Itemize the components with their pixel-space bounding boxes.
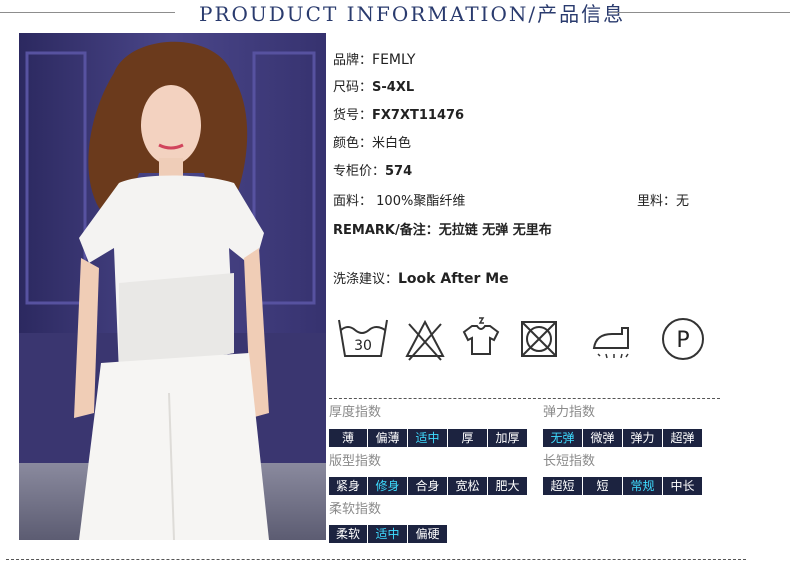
softness-index-title: 柔软指数: [329, 502, 382, 517]
price-label: 专柜价：: [333, 164, 386, 179]
wash-30-icon: 30: [338, 319, 388, 357]
header-rule-left: [0, 12, 175, 13]
thickness-index-title: 厚度指数: [329, 405, 382, 420]
brand-label: 品牌：: [333, 53, 373, 68]
lining-row: 里料：无: [637, 193, 689, 211]
size-value: S-4XL: [372, 80, 415, 95]
length-option: 短: [583, 477, 622, 495]
elasticity-option: 微弹: [583, 429, 622, 447]
thickness-option: 薄: [329, 429, 367, 447]
softness-option: 偏硬: [408, 525, 447, 543]
color-value: 米白色: [372, 136, 412, 151]
brand-value: FEMLY: [372, 52, 416, 68]
remark-label: REMARK/备注：: [333, 223, 439, 238]
fabric-label: 面料：: [333, 194, 373, 209]
thickness-index-options: 薄 偏薄 适中 厚 加厚: [329, 429, 528, 447]
price-row: 专柜价：574: [333, 163, 412, 181]
fit-option: 合身: [408, 477, 447, 495]
size-row: 尺码：S-4XL: [333, 79, 414, 97]
product-photo: [19, 33, 326, 540]
remark-row: REMARK/备注：无拉链 无弹 无里布: [333, 222, 552, 240]
wash-advice-value: Look After Me: [398, 271, 509, 287]
elasticity-option: 弹力: [623, 429, 662, 447]
sku-label: 货号：: [333, 108, 373, 123]
length-option: 超短: [543, 477, 582, 495]
thickness-option: 偏薄: [368, 429, 407, 447]
section-title: PROUDUCT INFORMATION/产品信息: [199, 2, 626, 26]
wash-temp: 30: [354, 338, 372, 354]
bottom-divider: [6, 559, 746, 560]
length-option: 中长: [663, 477, 702, 495]
brand-row: 品牌：FEMLY: [333, 51, 416, 70]
softness-option-selected: 适中: [368, 525, 407, 543]
sku-row: 货号：FX7XT11476: [333, 107, 464, 125]
fit-option: 宽松: [448, 477, 487, 495]
lining-value: 无: [676, 194, 690, 209]
elasticity-index-title: 弹力指数: [543, 405, 596, 420]
lining-label: 里料：: [637, 194, 677, 209]
thickness-option: 厚: [448, 429, 487, 447]
price-value: 574: [385, 164, 413, 179]
steam-iron-icon: [592, 327, 629, 359]
fit-option: 肥大: [488, 477, 527, 495]
fabric-row: 面料： 100%聚酯纤维: [333, 193, 465, 211]
hang-dry-icon: [462, 317, 500, 355]
softness-option: 柔软: [329, 525, 367, 543]
elasticity-index-options: 无弹 微弹 弹力 超弹: [543, 429, 703, 447]
fit-index-options: 紧身 修身 合身 宽松 肥大: [329, 477, 528, 495]
index-divider: [329, 398, 720, 399]
professional-clean-icon: P: [662, 318, 704, 360]
softness-index-options: 柔软 适中 偏硬: [329, 525, 448, 543]
length-index-options: 超短 短 常规 中长: [543, 477, 703, 495]
thickness-option: 加厚: [488, 429, 527, 447]
fit-option: 紧身: [329, 477, 367, 495]
fit-index-title: 版型指数: [329, 454, 382, 469]
remark-value: 无拉链 无弹 无里布: [438, 223, 552, 238]
wash-advice-label: 洗涤建议：: [333, 272, 399, 287]
size-label: 尺码：: [333, 80, 373, 95]
length-option-selected: 常规: [623, 477, 662, 495]
length-index-title: 长短指数: [543, 454, 596, 469]
no-bleach-icon: [405, 319, 445, 361]
header-rule-right: [612, 12, 790, 13]
dry-clean-letter: P: [676, 328, 689, 353]
fabric-value: 100%聚酯纤维: [376, 194, 466, 209]
fit-option-selected: 修身: [368, 477, 407, 495]
color-row: 颜色：米白色: [333, 135, 411, 153]
wash-advice-row: 洗涤建议：Look After Me: [333, 270, 509, 289]
elasticity-option-selected: 无弹: [543, 429, 582, 447]
sku-value: FX7XT11476: [372, 108, 465, 123]
thickness-option-selected: 适中: [408, 429, 447, 447]
elasticity-option: 超弹: [663, 429, 702, 447]
no-tumble-dry-icon: [521, 321, 557, 357]
color-label: 颜色：: [333, 136, 373, 151]
